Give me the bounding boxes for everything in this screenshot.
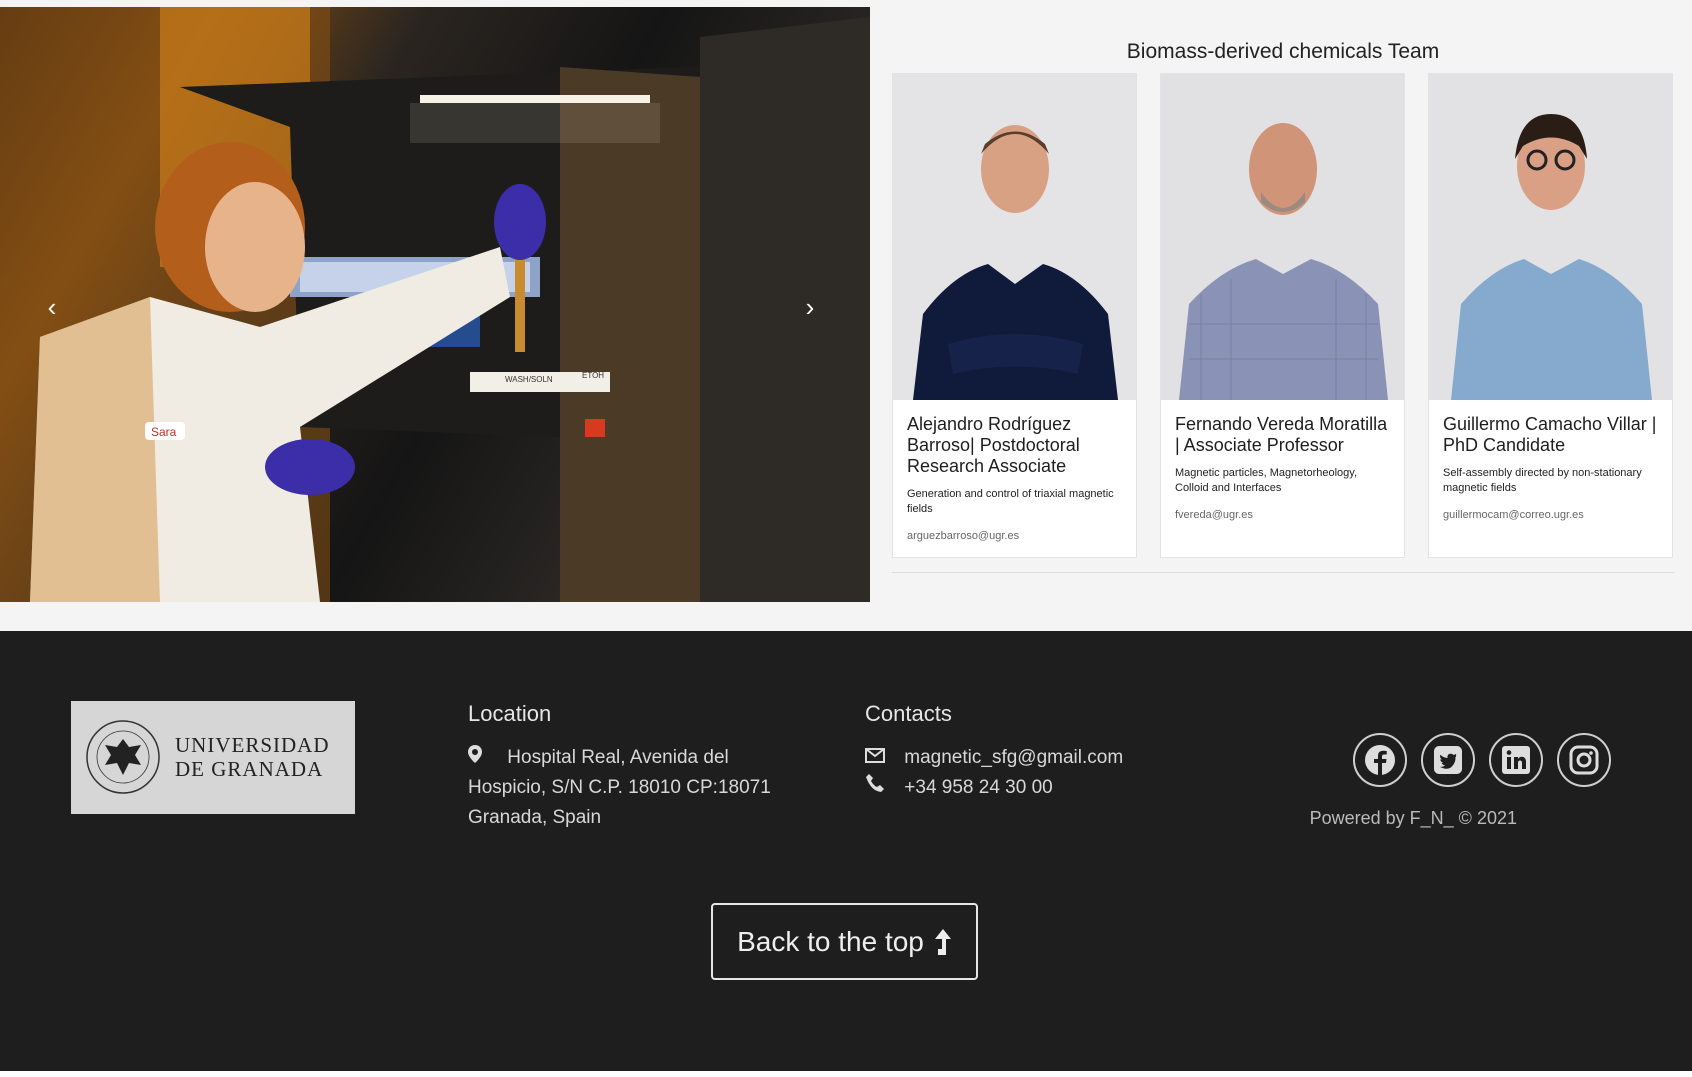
- team-title: Biomass-derived chemicals Team: [1126, 40, 1440, 63]
- member-email[interactable]: arguezbarroso@ugr.es: [907, 530, 1122, 542]
- facebook-icon: [1365, 745, 1395, 776]
- social-links: [1353, 733, 1611, 787]
- twitter-link[interactable]: [1421, 733, 1475, 787]
- envelope-icon: [865, 743, 887, 773]
- site-footer: UNIVERSIDAD DE GRANADA Location Hospital…: [0, 631, 1692, 1071]
- location-title: Location: [468, 701, 552, 726]
- linkedin-icon: [1502, 746, 1530, 774]
- member-description: Magnetic particles, Magnetorheology, Col…: [1175, 467, 1358, 494]
- address-text: Hospital Real, Avenida del Hospicio, S/N…: [468, 747, 771, 828]
- contacts-title: Contacts: [865, 701, 952, 726]
- member-name: Fernando Vereda Moratilla | Associate Pr…: [1175, 414, 1388, 455]
- back-to-top-button[interactable]: Back to the top: [711, 903, 978, 980]
- member-email[interactable]: guillermocam@correo.ugr.es: [1443, 509, 1658, 521]
- map-pin-icon: [468, 743, 490, 773]
- instagram-icon: [1569, 745, 1599, 775]
- university-seal-icon: [86, 720, 160, 794]
- contact-phone[interactable]: +34 958 24 30 00: [892, 777, 1052, 798]
- member-email[interactable]: fvereda@ugr.es: [1175, 509, 1390, 521]
- member-name: Guillermo Camacho Villar | PhD Candidate: [1443, 414, 1657, 455]
- chevron-right-icon: ›: [805, 292, 815, 322]
- rack-label-etoh: ETOH: [582, 371, 604, 380]
- team-member-card: Guillermo Camacho Villar | PhD Candidate…: [1428, 73, 1673, 558]
- instagram-link[interactable]: [1557, 733, 1611, 787]
- powered-by: Powered by F_N_ © 2021: [1309, 808, 1517, 828]
- contact-email-row[interactable]: magnetic_sfg@gmail.com: [865, 743, 1123, 773]
- chevron-left-icon: ‹: [47, 292, 57, 322]
- member-description: Self-assembly directed by non-stationary…: [1443, 467, 1642, 494]
- member-description: Generation and control of triaxial magne…: [907, 488, 1114, 515]
- carousel-prev-button[interactable]: ‹: [37, 292, 67, 322]
- member-photo: [893, 74, 1136, 400]
- member-photo: [1429, 74, 1672, 400]
- image-carousel: WASH/SOLN ETOH Sara ‹ ›: [0, 7, 870, 602]
- linkedin-link[interactable]: [1489, 733, 1543, 787]
- twitter-icon: [1434, 746, 1462, 774]
- facebook-link[interactable]: [1353, 733, 1407, 787]
- team-member-card: Fernando Vereda Moratilla | Associate Pr…: [1160, 73, 1405, 558]
- contact-phone-row[interactable]: +34 958 24 30 00: [865, 773, 1053, 803]
- back-to-top-label: Back to the top: [737, 925, 924, 957]
- contact-email[interactable]: magnetic_sfg@gmail.com: [892, 747, 1123, 768]
- carousel-next-button[interactable]: ›: [795, 292, 825, 322]
- rack-label-wash: WASH/SOLN: [505, 375, 553, 384]
- logo-line-2: DE GRANADA: [175, 757, 324, 781]
- coat-nametag: Sara: [151, 425, 177, 439]
- phone-icon: [865, 773, 887, 803]
- university-logo[interactable]: UNIVERSIDAD DE GRANADA: [71, 701, 355, 814]
- location-address: Hospital Real, Avenida del Hospicio, S/N…: [468, 743, 798, 833]
- team-member-card: Alejandro Rodríguez Barroso| Postdoctora…: [892, 73, 1137, 558]
- arrow-up-icon: [934, 928, 951, 955]
- page-bottom-edge: [0, 1071, 1692, 1077]
- member-name: Alejandro Rodríguez Barroso| Postdoctora…: [907, 414, 1080, 476]
- logo-line-1: UNIVERSIDAD: [175, 733, 330, 757]
- section-divider: [892, 572, 1674, 573]
- carousel-photo: WASH/SOLN ETOH Sara: [0, 7, 870, 602]
- member-photo: [1161, 74, 1404, 400]
